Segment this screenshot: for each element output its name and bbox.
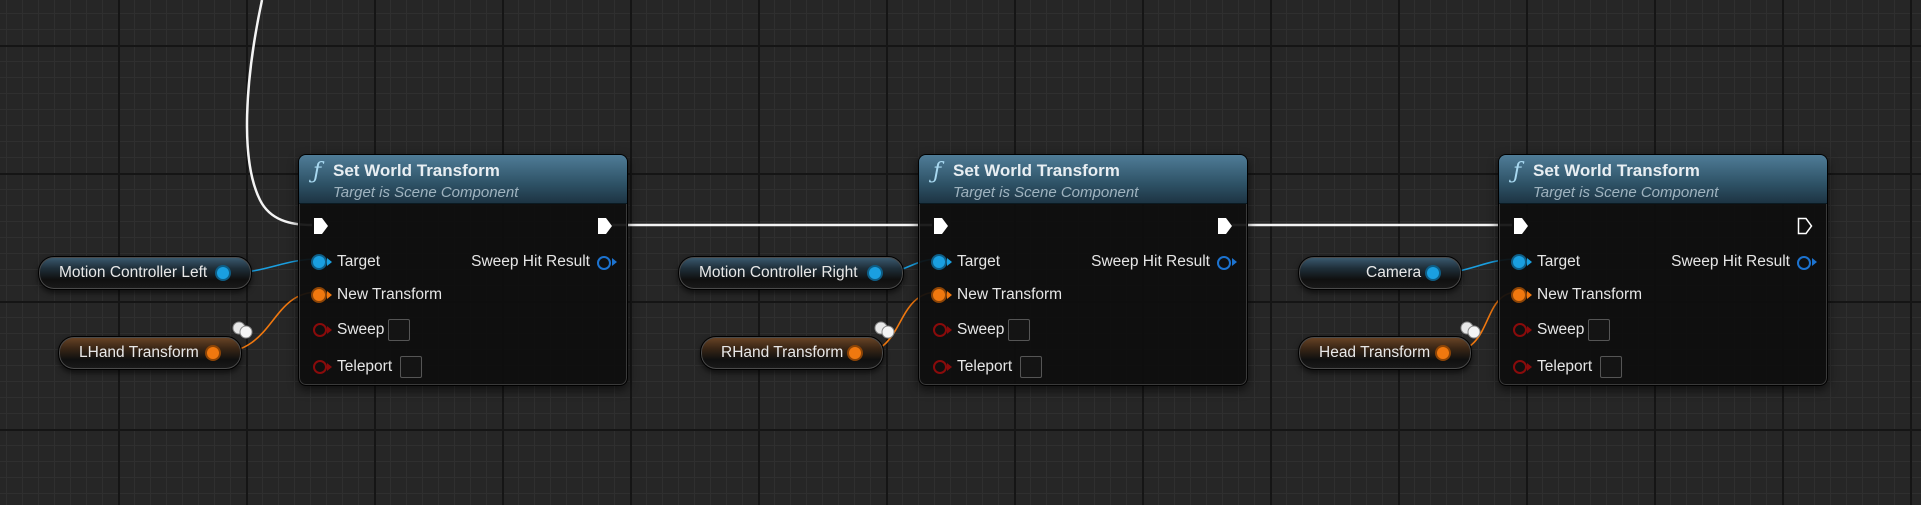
- exec-in-pin[interactable]: [1513, 217, 1529, 235]
- variable-get-head-transform[interactable]: Head Transform: [1298, 336, 1472, 370]
- sweep-label: Sweep: [1537, 321, 1585, 338]
- sweep-hit-result-label: Sweep Hit Result: [1091, 253, 1210, 270]
- teleport-pin[interactable]: [1513, 360, 1527, 374]
- sweep-hit-result-pin[interactable]: [1797, 256, 1811, 270]
- exec-out-pin-unconnected[interactable]: [1797, 217, 1813, 235]
- sweep-hit-result-pin[interactable]: [597, 256, 611, 270]
- function-icon: ƒ: [1513, 159, 1522, 184]
- context-sensitive-cloud-icon: [1460, 321, 1481, 339]
- variable-output-pin[interactable]: [217, 267, 229, 279]
- target-pin[interactable]: [1513, 256, 1525, 268]
- variable-output-pin[interactable]: [1427, 267, 1439, 279]
- teleport-checkbox[interactable]: [400, 356, 422, 378]
- new-transform-pin[interactable]: [313, 289, 325, 301]
- variable-get-camera[interactable]: Camera: [1298, 256, 1462, 290]
- variable-label: RHand Transform: [721, 344, 844, 361]
- target-label: Target: [337, 253, 381, 270]
- exec-out-pin[interactable]: [597, 217, 613, 235]
- context-sensitive-cloud-icon: [874, 321, 895, 339]
- teleport-checkbox[interactable]: [1020, 356, 1042, 378]
- sweep-label: Sweep: [337, 321, 385, 338]
- target-pin[interactable]: [313, 256, 325, 268]
- variable-label: Motion Controller Right: [699, 264, 858, 281]
- node-subtitle: Target is Scene Component: [953, 184, 1139, 201]
- sweep-pin[interactable]: [933, 323, 947, 337]
- variable-label: LHand Transform: [79, 344, 199, 361]
- variable-label: Motion Controller Left: [59, 264, 208, 281]
- sweep-checkbox[interactable]: [1588, 319, 1610, 341]
- new-transform-pin[interactable]: [1513, 289, 1525, 301]
- node-title: Set World Transform: [1533, 161, 1700, 180]
- teleport-label: Teleport: [337, 358, 393, 375]
- variable-output-pin[interactable]: [869, 267, 881, 279]
- variable-get-rhand-transform[interactable]: RHand Transform: [700, 336, 884, 370]
- variable-label: Camera: [1366, 264, 1422, 281]
- node-header[interactable]: ƒ Set World Transform Target is Scene Co…: [919, 155, 1247, 204]
- sweep-pin[interactable]: [1513, 323, 1527, 337]
- sweep-hit-result-label: Sweep Hit Result: [471, 253, 590, 270]
- new-transform-label: New Transform: [337, 286, 443, 303]
- sweep-checkbox[interactable]: [388, 319, 410, 341]
- node-subtitle: Target is Scene Component: [1533, 184, 1719, 201]
- teleport-pin[interactable]: [313, 360, 327, 374]
- node-subtitle: Target is Scene Component: [333, 184, 519, 201]
- node-header[interactable]: ƒ Set World Transform Target is Scene Co…: [1499, 155, 1827, 204]
- sweep-hit-result-pin[interactable]: [1217, 256, 1231, 270]
- new-transform-label: New Transform: [1537, 286, 1643, 303]
- exec-in-pin[interactable]: [313, 217, 329, 235]
- sweep-label: Sweep: [957, 321, 1005, 338]
- variable-get-motion-controller-right[interactable]: Motion Controller Right: [678, 256, 904, 290]
- target-label: Target: [957, 253, 1001, 270]
- exec-out-pin[interactable]: [1217, 217, 1233, 235]
- teleport-label: Teleport: [957, 358, 1013, 375]
- sweep-checkbox[interactable]: [1008, 319, 1030, 341]
- teleport-pin[interactable]: [933, 360, 947, 374]
- new-transform-pin[interactable]: [933, 289, 945, 301]
- set-world-transform-node-2[interactable]: ƒ Set World Transform Target is Scene Co…: [918, 154, 1248, 386]
- context-sensitive-cloud-icon: [232, 321, 253, 339]
- sweep-pin[interactable]: [313, 323, 327, 337]
- teleport-checkbox[interactable]: [1600, 356, 1622, 378]
- target-pin[interactable]: [933, 256, 945, 268]
- node-header[interactable]: ƒ Set World Transform Target is Scene Co…: [299, 155, 627, 204]
- function-icon: ƒ: [933, 159, 942, 184]
- node-title: Set World Transform: [953, 161, 1120, 180]
- teleport-label: Teleport: [1537, 358, 1593, 375]
- variable-output-pin[interactable]: [207, 347, 219, 359]
- variable-get-motion-controller-left[interactable]: Motion Controller Left: [38, 256, 252, 290]
- target-label: Target: [1537, 253, 1581, 270]
- set-world-transform-node-3[interactable]: ƒ Set World Transform Target is Scene Co…: [1498, 154, 1828, 386]
- new-transform-label: New Transform: [957, 286, 1063, 303]
- variable-label: Head Transform: [1319, 344, 1431, 361]
- variable-output-pin[interactable]: [849, 347, 861, 359]
- node-title: Set World Transform: [333, 161, 500, 180]
- function-icon: ƒ: [313, 159, 322, 184]
- set-world-transform-node-1[interactable]: ƒ Set World Transform Target is Scene Co…: [298, 154, 628, 386]
- sweep-hit-result-label: Sweep Hit Result: [1671, 253, 1790, 270]
- variable-get-lhand-transform[interactable]: LHand Transform: [58, 336, 242, 370]
- exec-in-pin[interactable]: [933, 217, 949, 235]
- variable-output-pin[interactable]: [1437, 347, 1449, 359]
